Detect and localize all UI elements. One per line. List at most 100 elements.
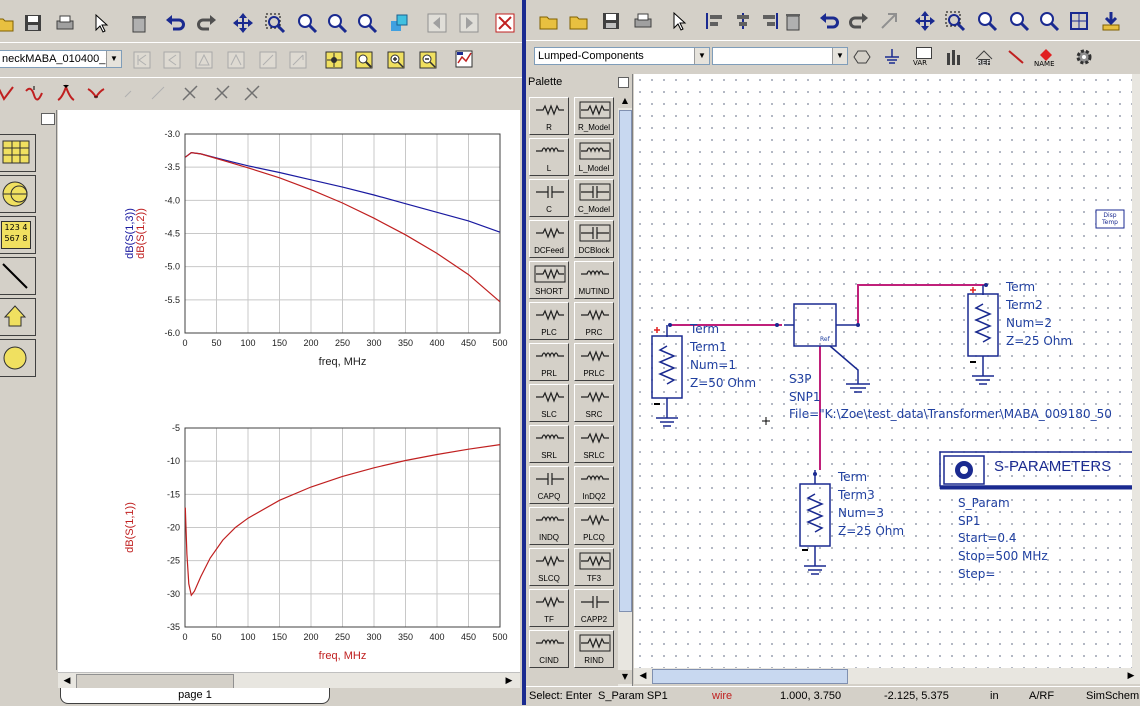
next-page-icon[interactable]: [456, 10, 482, 36]
palette-item-l[interactable]: L: [529, 138, 569, 176]
palette-item-plc[interactable]: PLC: [529, 302, 569, 340]
marker-tracking-icon[interactable]: [0, 81, 18, 105]
move-icon[interactable]: [912, 8, 938, 34]
palette-item-plcq[interactable]: PLCQ: [574, 507, 614, 545]
component-select[interactable]: ▼: [712, 47, 848, 65]
display-template-icon[interactable]: [942, 45, 966, 69]
marker-line-icon[interactable]: [118, 81, 142, 105]
previous-page-icon[interactable]: [424, 10, 450, 36]
marker-slope2-icon[interactable]: [146, 81, 170, 105]
delete-icon[interactable]: [126, 10, 152, 36]
new-icon[interactable]: [536, 8, 562, 34]
palette-item-tf[interactable]: TF: [529, 589, 569, 627]
palette-item-capp2[interactable]: CAPP2: [574, 589, 614, 627]
schematic-canvas[interactable]: Term Term1 Num=1 Z=50 Ohm Term Term2 Num…: [634, 74, 1132, 668]
marker-peak-icon[interactable]: [224, 48, 248, 72]
zoom-area-icon[interactable]: [262, 10, 288, 36]
marker-slope-icon[interactable]: [256, 48, 280, 72]
align-right-icon[interactable]: [756, 8, 782, 34]
zoom-plot-in-icon[interactable]: [384, 48, 408, 72]
palette-item-srlc[interactable]: SRLC: [574, 425, 614, 463]
scroll-up-icon[interactable]: ▲: [618, 94, 632, 108]
chevron-down-icon[interactable]: ▼: [832, 48, 847, 64]
palette-tool-polygon[interactable]: [0, 298, 36, 336]
palette-item-l_model[interactable]: L_Model: [574, 138, 614, 176]
scroll-right-icon[interactable]: ▶: [1124, 669, 1138, 683]
select-arrow-icon[interactable]: [666, 8, 692, 34]
zoom-area-icon[interactable]: [942, 8, 968, 34]
scroll-right-icon[interactable]: ▶: [502, 674, 516, 688]
marker-delta-icon[interactable]: [192, 48, 216, 72]
rotate-icon[interactable]: [876, 8, 902, 34]
dataset-select[interactable]: neckMABA_010400_CT ▼: [0, 50, 122, 68]
zoom-in-icon[interactable]: [974, 8, 1000, 34]
palette-scrollbar[interactable]: ▲ ▼: [618, 94, 632, 686]
zoom-in2-icon[interactable]: [1006, 8, 1032, 34]
palette-item-src[interactable]: SRC: [574, 384, 614, 422]
marker-first-icon[interactable]: [130, 48, 154, 72]
palette-item-srl[interactable]: SRL: [529, 425, 569, 463]
scroll-thumb[interactable]: [652, 669, 848, 684]
zoom-out-icon[interactable]: [324, 10, 350, 36]
chevron-down-icon[interactable]: ▼: [694, 48, 709, 64]
name-icon[interactable]: NAME: [1034, 45, 1058, 69]
palette-item-rind[interactable]: RIND: [574, 630, 614, 668]
palette-restore-icon[interactable]: [618, 77, 629, 88]
align-center-icon[interactable]: [730, 8, 756, 34]
redo-icon[interactable]: [846, 8, 872, 34]
palette-tool-table[interactable]: [0, 134, 36, 172]
palette-item-slcq[interactable]: SLCQ: [529, 548, 569, 586]
var-icon[interactable]: VAR: [912, 45, 936, 69]
palette-restore-icon[interactable]: [41, 113, 55, 125]
push-into-hierarchy-icon[interactable]: [1098, 8, 1124, 34]
marker-peak-search-icon[interactable]: [54, 81, 78, 105]
schematic-vertical-scrollbar[interactable]: [1132, 74, 1140, 668]
palette-item-prc[interactable]: PRC: [574, 302, 614, 340]
undo-icon[interactable]: [816, 8, 842, 34]
schematic-horizontal-scrollbar[interactable]: ◀ ▶: [634, 668, 1140, 684]
palette-tool-circle[interactable]: [0, 339, 36, 377]
palette-item-capq[interactable]: CAPQ: [529, 466, 569, 504]
palette-item-prl[interactable]: PRL: [529, 343, 569, 381]
zoom-out-icon[interactable]: [1036, 8, 1062, 34]
print-icon[interactable]: [52, 10, 78, 36]
scroll-left-icon[interactable]: ◀: [60, 674, 74, 688]
simulate-gear-icon[interactable]: [1072, 45, 1096, 69]
palette-item-dcblock[interactable]: DCBlock: [574, 220, 614, 258]
marker-new-icon[interactable]: [22, 81, 46, 105]
horizontal-scrollbar[interactable]: ◀ ▶: [58, 672, 520, 689]
open-folder-icon[interactable]: [566, 8, 592, 34]
port-icon[interactable]: [850, 45, 874, 69]
chevron-down-icon[interactable]: ▼: [106, 51, 121, 67]
palette-item-prlc[interactable]: PRLC: [574, 343, 614, 381]
palette-item-mutind[interactable]: MUTIND: [574, 261, 614, 299]
save-icon[interactable]: [20, 10, 46, 36]
zoom-in-icon[interactable]: [294, 10, 320, 36]
zoom-fit-icon[interactable]: [354, 10, 380, 36]
palette-item-c_model[interactable]: C_Model: [574, 179, 614, 217]
marker-left-icon[interactable]: [160, 48, 184, 72]
open-icon[interactable]: [0, 10, 18, 36]
marker-cross-icon[interactable]: [178, 81, 202, 105]
palette-item-cind[interactable]: CIND: [529, 630, 569, 668]
palette-item-indq[interactable]: INDQ: [529, 507, 569, 545]
zoom-plot-icon[interactable]: [352, 48, 376, 72]
layer-icon[interactable]: [386, 10, 412, 36]
data-display-canvas[interactable]: 0 50 100 150 200 250 300 350 400 450 500 -3.0 -3.5 -4…: [58, 110, 520, 672]
page-tab[interactable]: page 1: [60, 688, 330, 704]
palette-item-r[interactable]: R: [529, 97, 569, 135]
view-all-icon[interactable]: [1066, 8, 1092, 34]
marker-valley-search-icon[interactable]: [84, 81, 108, 105]
plot-options-icon[interactable]: [452, 47, 476, 71]
undo-icon[interactable]: [162, 10, 188, 36]
palette-item-short[interactable]: SHORT: [529, 261, 569, 299]
palette-item-c[interactable]: C: [529, 179, 569, 217]
select-arrow-icon[interactable]: [88, 10, 114, 36]
select-points-icon[interactable]: [322, 48, 346, 72]
move-icon[interactable]: [230, 10, 256, 36]
scroll-left-icon[interactable]: ◀: [636, 669, 650, 683]
redo-icon[interactable]: [194, 10, 220, 36]
marker-cross3-icon[interactable]: [240, 81, 264, 105]
wire-icon[interactable]: [1004, 45, 1028, 69]
scroll-thumb[interactable]: [76, 674, 234, 689]
